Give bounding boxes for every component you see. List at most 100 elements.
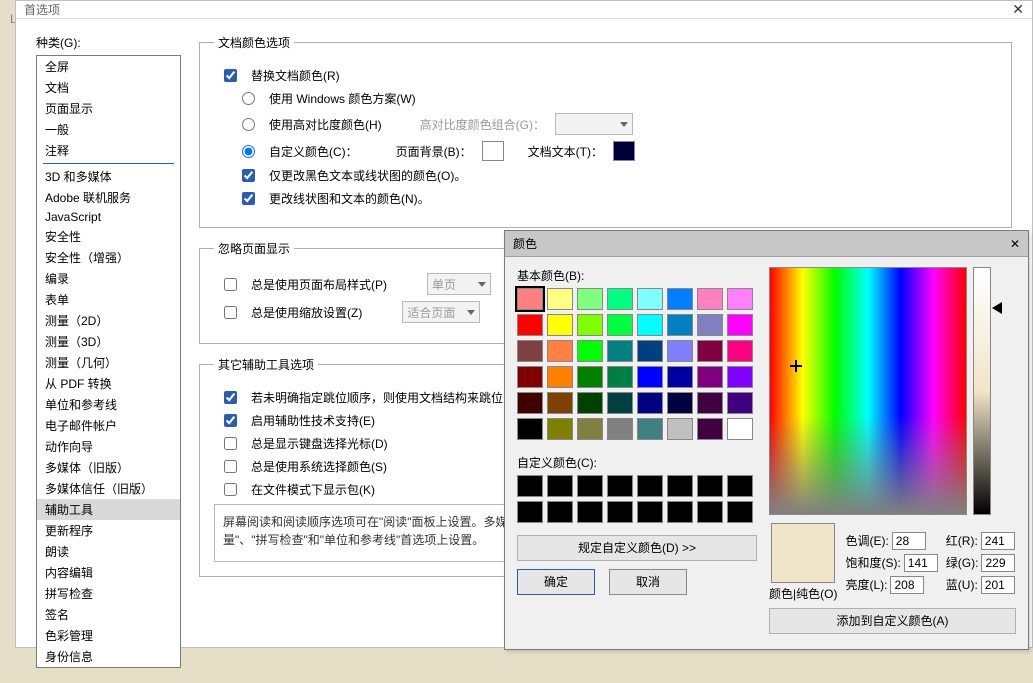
category-item[interactable]: 拼写检查: [37, 583, 180, 604]
basic-color-cell[interactable]: [517, 288, 543, 310]
custom-color-cell[interactable]: [577, 501, 603, 523]
basic-color-cell[interactable]: [697, 340, 723, 362]
custom-colors-radio[interactable]: [242, 145, 255, 158]
category-item[interactable]: 表单: [37, 289, 180, 310]
category-item[interactable]: Adobe 联机服务: [37, 187, 180, 208]
lum-input[interactable]: [890, 576, 924, 594]
category-item[interactable]: 安全性（增强）: [37, 247, 180, 268]
category-item[interactable]: 单位和参考线: [37, 394, 180, 415]
show-pkg-checkbox[interactable]: [224, 483, 237, 496]
page-bg-swatch[interactable]: [482, 141, 504, 161]
category-item[interactable]: 动作向导: [37, 436, 180, 457]
basic-color-cell[interactable]: [697, 392, 723, 414]
category-item[interactable]: 3D 和多媒体: [37, 166, 180, 187]
blue-input[interactable]: [981, 576, 1015, 594]
basic-color-cell[interactable]: [697, 418, 723, 440]
basic-color-cell[interactable]: [547, 340, 573, 362]
color-dialog-close-icon[interactable]: ✕: [1010, 237, 1020, 251]
basic-color-cell[interactable]: [727, 392, 753, 414]
basic-color-cell[interactable]: [577, 392, 603, 414]
basic-color-cell[interactable]: [667, 418, 693, 440]
category-item[interactable]: 一般: [37, 119, 180, 140]
basic-color-cell[interactable]: [607, 418, 633, 440]
basic-color-cell[interactable]: [637, 314, 663, 336]
basic-color-cell[interactable]: [517, 392, 543, 414]
always-layout-checkbox[interactable]: [224, 278, 237, 291]
basic-color-cell[interactable]: [607, 366, 633, 388]
sat-input[interactable]: [904, 554, 938, 572]
basic-color-cell[interactable]: [667, 366, 693, 388]
tab-order-checkbox[interactable]: [224, 391, 237, 404]
basic-color-cell[interactable]: [547, 418, 573, 440]
category-item[interactable]: 多媒体信任（旧版）: [37, 478, 180, 499]
basic-color-cell[interactable]: [667, 392, 693, 414]
basic-color-cell[interactable]: [577, 340, 603, 362]
custom-color-cell[interactable]: [517, 475, 543, 497]
replace-doc-colors-checkbox[interactable]: [224, 69, 237, 82]
basic-color-cell[interactable]: [667, 314, 693, 336]
basic-color-cell[interactable]: [517, 314, 543, 336]
category-item[interactable]: 内容编辑: [37, 562, 180, 583]
basic-color-cell[interactable]: [577, 418, 603, 440]
basic-color-cell[interactable]: [607, 288, 633, 310]
change-lines-checkbox[interactable]: [242, 192, 255, 205]
basic-color-cell[interactable]: [727, 314, 753, 336]
category-item[interactable]: 测量（2D）: [37, 310, 180, 331]
luminance-slider[interactable]: [973, 267, 991, 515]
ok-button[interactable]: 确定: [517, 569, 595, 595]
categories-listbox[interactable]: 全屏文档页面显示一般注释3D 和多媒体Adobe 联机服务JavaScript安…: [36, 55, 181, 668]
red-input[interactable]: [981, 532, 1015, 550]
category-item[interactable]: 全屏: [37, 56, 180, 77]
custom-color-cell[interactable]: [577, 475, 603, 497]
basic-color-cell[interactable]: [637, 366, 663, 388]
basic-color-cell[interactable]: [727, 366, 753, 388]
doc-text-swatch[interactable]: [613, 141, 635, 161]
custom-color-cell[interactable]: [517, 501, 543, 523]
category-item[interactable]: 身份信息: [37, 646, 180, 667]
basic-color-cell[interactable]: [637, 340, 663, 362]
preferences-close-icon[interactable]: ✕: [1012, 1, 1024, 18]
category-item[interactable]: 辅助工具: [37, 499, 180, 520]
basic-color-cell[interactable]: [547, 314, 573, 336]
hue-input[interactable]: [892, 532, 926, 550]
basic-color-cell[interactable]: [517, 418, 543, 440]
add-to-custom-button[interactable]: 添加到自定义颜色(A): [769, 608, 1016, 634]
basic-color-cell[interactable]: [547, 392, 573, 414]
custom-color-cell[interactable]: [547, 501, 573, 523]
basic-color-cell[interactable]: [577, 288, 603, 310]
show-keyboard-cursor-checkbox[interactable]: [224, 437, 237, 450]
category-item[interactable]: 朗读: [37, 541, 180, 562]
basic-color-cell[interactable]: [607, 392, 633, 414]
category-item[interactable]: 安全性: [37, 226, 180, 247]
category-item[interactable]: 更新程序: [37, 520, 180, 541]
category-item[interactable]: 电子邮件帐户: [37, 415, 180, 436]
basic-color-cell[interactable]: [517, 366, 543, 388]
basic-color-cell[interactable]: [637, 392, 663, 414]
basic-color-cell[interactable]: [607, 314, 633, 336]
basic-color-cell[interactable]: [727, 340, 753, 362]
basic-color-cell[interactable]: [697, 366, 723, 388]
custom-color-cell[interactable]: [697, 475, 723, 497]
basic-color-cell[interactable]: [517, 340, 543, 362]
basic-color-cell[interactable]: [607, 340, 633, 362]
custom-color-cell[interactable]: [607, 475, 633, 497]
basic-color-cell[interactable]: [727, 288, 753, 310]
always-zoom-checkbox[interactable]: [224, 306, 237, 319]
use-windows-colors-radio[interactable]: [242, 92, 255, 105]
category-item[interactable]: 签名: [37, 604, 180, 625]
basic-color-cell[interactable]: [697, 288, 723, 310]
custom-color-cell[interactable]: [727, 501, 753, 523]
define-custom-button[interactable]: 规定自定义颜色(D) >>: [517, 535, 757, 561]
basic-color-cell[interactable]: [667, 288, 693, 310]
basic-color-cell[interactable]: [547, 288, 573, 310]
basic-color-cell[interactable]: [577, 314, 603, 336]
custom-color-cell[interactable]: [637, 501, 663, 523]
category-item[interactable]: 文档: [37, 77, 180, 98]
category-item[interactable]: JavaScript: [37, 208, 180, 226]
cancel-button[interactable]: 取消: [609, 569, 687, 595]
category-item[interactable]: 编录: [37, 268, 180, 289]
use-high-contrast-radio[interactable]: [242, 118, 255, 131]
custom-color-cell[interactable]: [667, 501, 693, 523]
use-system-select-checkbox[interactable]: [224, 460, 237, 473]
basic-color-cell[interactable]: [577, 366, 603, 388]
